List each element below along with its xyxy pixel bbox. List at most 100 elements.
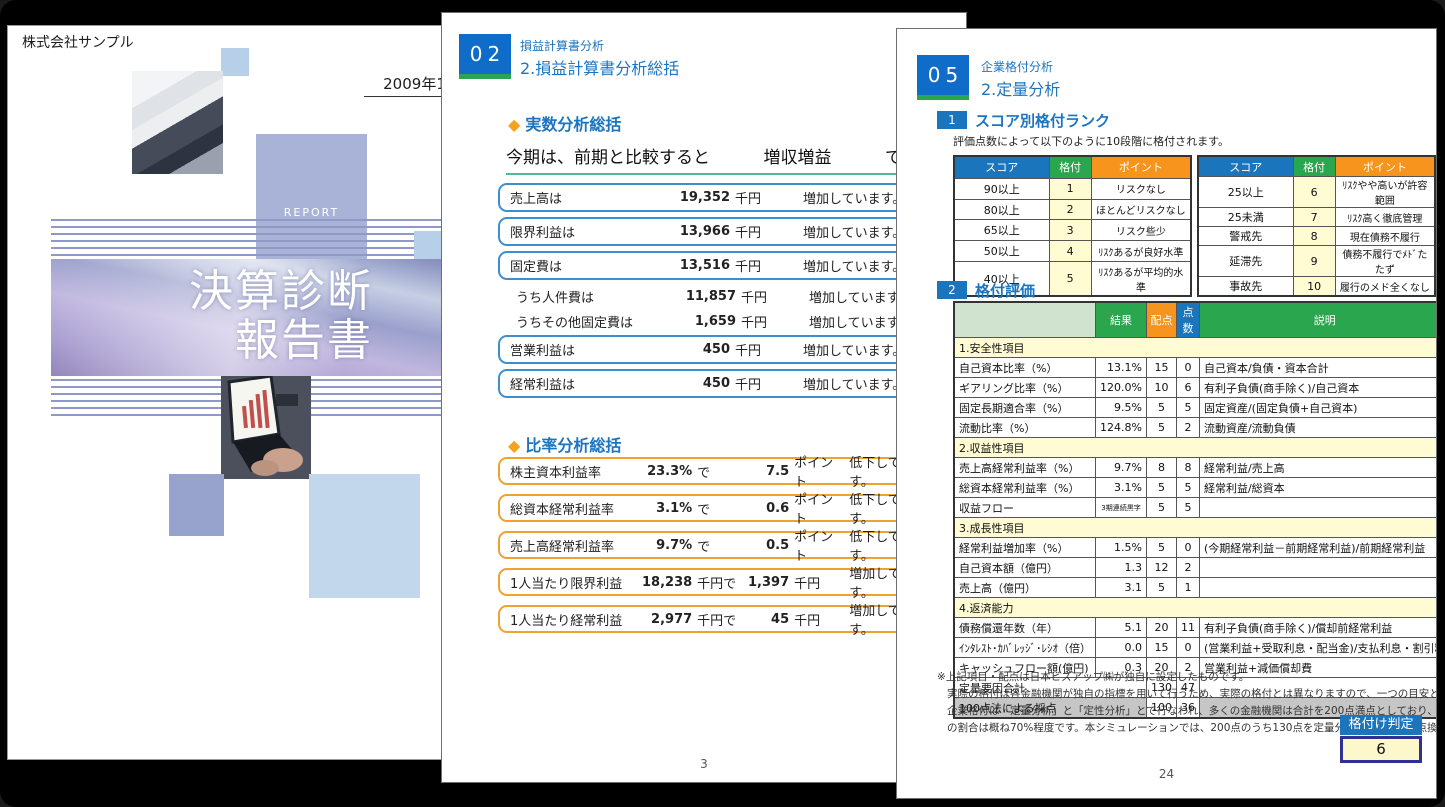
eval-item: 売上高（億円） xyxy=(954,578,1096,598)
rank-rate: 2 xyxy=(1049,199,1091,220)
row-comment: 増加しています。 xyxy=(777,374,905,393)
rank-rate: 7 xyxy=(1293,208,1335,227)
rank-header-point: ポイント xyxy=(1091,156,1191,178)
eval-row: 経常利益増加率（%）1.5%50(今期経常利益－前期経常利益)/前期経常利益 xyxy=(954,538,1437,558)
eval-score: 5 xyxy=(1176,478,1199,498)
rank-point: ﾘｽｸ高く徹底管理 xyxy=(1335,208,1435,227)
eval-result: 3期連続黒字 xyxy=(1096,498,1147,518)
eval-alloc: 5 xyxy=(1146,478,1176,498)
row-label: 総資本経常利益率 xyxy=(510,499,638,518)
laptop-photo xyxy=(221,376,311,479)
business-people-photo xyxy=(132,71,223,174)
summary-highlight: 増収増益 xyxy=(764,143,832,168)
row-connector: で xyxy=(692,499,739,518)
row-comment: 増加しています。 xyxy=(777,340,905,359)
rank-rate: 3 xyxy=(1049,220,1091,241)
eval-alloc: 12 xyxy=(1146,558,1176,578)
cover-title-line2: 報告書 xyxy=(189,316,373,365)
eval-item: 固定長期適合率（%） xyxy=(954,398,1096,418)
eval-item: 経常利益増加率（%） xyxy=(954,538,1096,558)
rank-row: 90以上1リスクなし xyxy=(954,178,1191,199)
row-value: 1,659 xyxy=(666,314,736,329)
eval-score: 5 xyxy=(1176,398,1199,418)
rank-point: ﾘｽｸあるが平均的水準 xyxy=(1091,262,1191,296)
eval-alloc: 20 xyxy=(1146,618,1176,638)
row-comment: 増加しています。 xyxy=(783,287,911,306)
subsection-2-badge: 2 xyxy=(937,281,967,299)
rank-score: 警戒先 xyxy=(1198,227,1293,246)
eval-result: 3.1% xyxy=(1096,478,1147,498)
real-row: うち人件費は11,857千円増加しています。 xyxy=(498,285,950,307)
ratio-analysis-heading-label: 比率分析総括 xyxy=(525,436,621,455)
eval-item: 総資本経常利益率（%） xyxy=(954,478,1096,498)
eval-desc xyxy=(1199,558,1437,578)
eval-row: 総資本経常利益率（%）3.1%55経常利益/総資本 xyxy=(954,478,1437,498)
eval-row: 売上高経常利益率（%）9.7%88経常利益/売上高 xyxy=(954,458,1437,478)
row-unit: 千円 xyxy=(789,610,839,629)
eval-row: 自己資本額（億円）1.3122 xyxy=(954,558,1437,578)
row-unit: 千円 xyxy=(789,573,839,592)
rank-point: 債務不履行でﾒﾄﾞたたず xyxy=(1335,246,1435,277)
eval-desc: 経常利益/売上高 xyxy=(1199,458,1437,478)
row-label: 1人当たり経常利益 xyxy=(510,610,638,629)
page-number: 24 xyxy=(897,767,1436,781)
rank-header-score: スコア xyxy=(954,156,1049,178)
rank-point: リスク些少 xyxy=(1091,220,1191,241)
row-value: 3.1% xyxy=(638,501,692,516)
report-collage: 株式会社サンプル 2009年1月 REPORT 決算診断 報告書 xyxy=(0,0,1445,807)
eval-alloc: 5 xyxy=(1146,578,1176,598)
eval-alloc: 15 xyxy=(1146,638,1176,658)
real-row: 売上高は19,352千円増加しています。 xyxy=(498,183,950,212)
ratio-row: 1人当たり経常利益2,977千円で45千円増加しています。 xyxy=(498,605,950,633)
pl-analysis-page[interactable]: 02 損益計算書分析 2.損益計算書分析総括 ◆実数分析総括 今期は、前期と比較… xyxy=(441,12,967,783)
eval-desc: 流動資産/流動負債 xyxy=(1199,418,1437,438)
rank-header-row: スコア格付ポイント xyxy=(1198,156,1435,177)
section-number: 02 xyxy=(459,34,511,74)
row-delta: 45 xyxy=(739,612,789,627)
row-value: 23.3% xyxy=(638,464,692,479)
row-comment: 増加しています。 xyxy=(783,312,911,331)
rank-point: リスクなし xyxy=(1091,178,1191,199)
eval-result: 3.1 xyxy=(1096,578,1147,598)
eval-score: 0 xyxy=(1176,358,1199,378)
rank-point: ﾘｽｸあるが良好水準 xyxy=(1091,241,1191,262)
eval-alloc: 5 xyxy=(1146,418,1176,438)
real-analysis-rows: 売上高は19,352千円増加しています。限界利益は13,966千円増加しています… xyxy=(498,183,950,403)
eval-score: 1 xyxy=(1176,578,1199,598)
rank-score: 80以上 xyxy=(954,199,1049,220)
eval-row: ｲﾝﾀﾚｽﾄ･ｶﾊﾞﾚｯｼﾞ･ﾚｼｵ（倍）0.0150(営業利益+受取利息・配当… xyxy=(954,638,1437,658)
eval-section-label: 2.収益性項目 xyxy=(954,438,1437,458)
ratio-row: 株主資本利益率23.3%で7.5ポイント低下しています。 xyxy=(498,457,950,485)
rank-row: 延滞先9債務不履行でﾒﾄﾞたたず xyxy=(1198,246,1435,277)
rating-evaluation-table: 結果配点点数説明1.安全性項目自己資本比率（%）13.1%150自己資本/負債・… xyxy=(953,301,1437,719)
rank-row: 警戒先8現在債務不履行 xyxy=(1198,227,1435,246)
summary-prefix: 今期は、前期と比較すると xyxy=(506,143,710,168)
rank-rate: 8 xyxy=(1293,227,1335,246)
rating-analysis-page[interactable]: 05 企業格付分析 2.定量分析 1 スコア別格付ランク 評価点数によって以下の… xyxy=(896,28,1437,799)
decor-square-large xyxy=(309,474,420,598)
row-label: うちその他固定費は xyxy=(516,312,666,331)
eval-header-row: 結果配点点数説明 xyxy=(954,302,1437,338)
eval-header-item xyxy=(954,302,1096,338)
real-row: うちその他固定費は1,659千円増加しています。 xyxy=(498,310,950,332)
rank-header-point: ポイント xyxy=(1335,156,1435,177)
row-connector: で xyxy=(692,462,739,481)
eval-row: 流動比率（%）124.8%52流動資産/流動負債 xyxy=(954,418,1437,438)
row-comment: 増加しています。 xyxy=(777,188,905,207)
row-unit: ポイント xyxy=(789,526,839,564)
rank-row: 25以上6ﾘｽｸやや高いが許容範囲 xyxy=(1198,177,1435,208)
cover-title: 決算診断 報告書 xyxy=(189,267,373,366)
real-row: 営業利益は450千円増加しています。 xyxy=(498,335,950,364)
eval-score: 8 xyxy=(1176,458,1199,478)
eval-result: 120.0% xyxy=(1096,378,1147,398)
real-analysis-heading: ◆実数分析総括 xyxy=(508,111,621,135)
ratio-analysis-rows: 株主資本利益率23.3%で7.5ポイント低下しています。総資本経常利益率3.1%… xyxy=(498,457,950,642)
row-unit: 千円 xyxy=(730,256,777,275)
eval-result: 124.8% xyxy=(1096,418,1147,438)
section-badge-underbar xyxy=(459,74,511,79)
eval-desc xyxy=(1199,498,1437,518)
rank-score: 90以上 xyxy=(954,178,1049,199)
laptop-photo-graphic xyxy=(221,376,311,479)
ratio-analysis-heading: ◆比率分析総括 xyxy=(508,432,621,456)
ratio-row: 売上高経常利益率9.7%で0.5ポイント低下しています。 xyxy=(498,531,950,559)
